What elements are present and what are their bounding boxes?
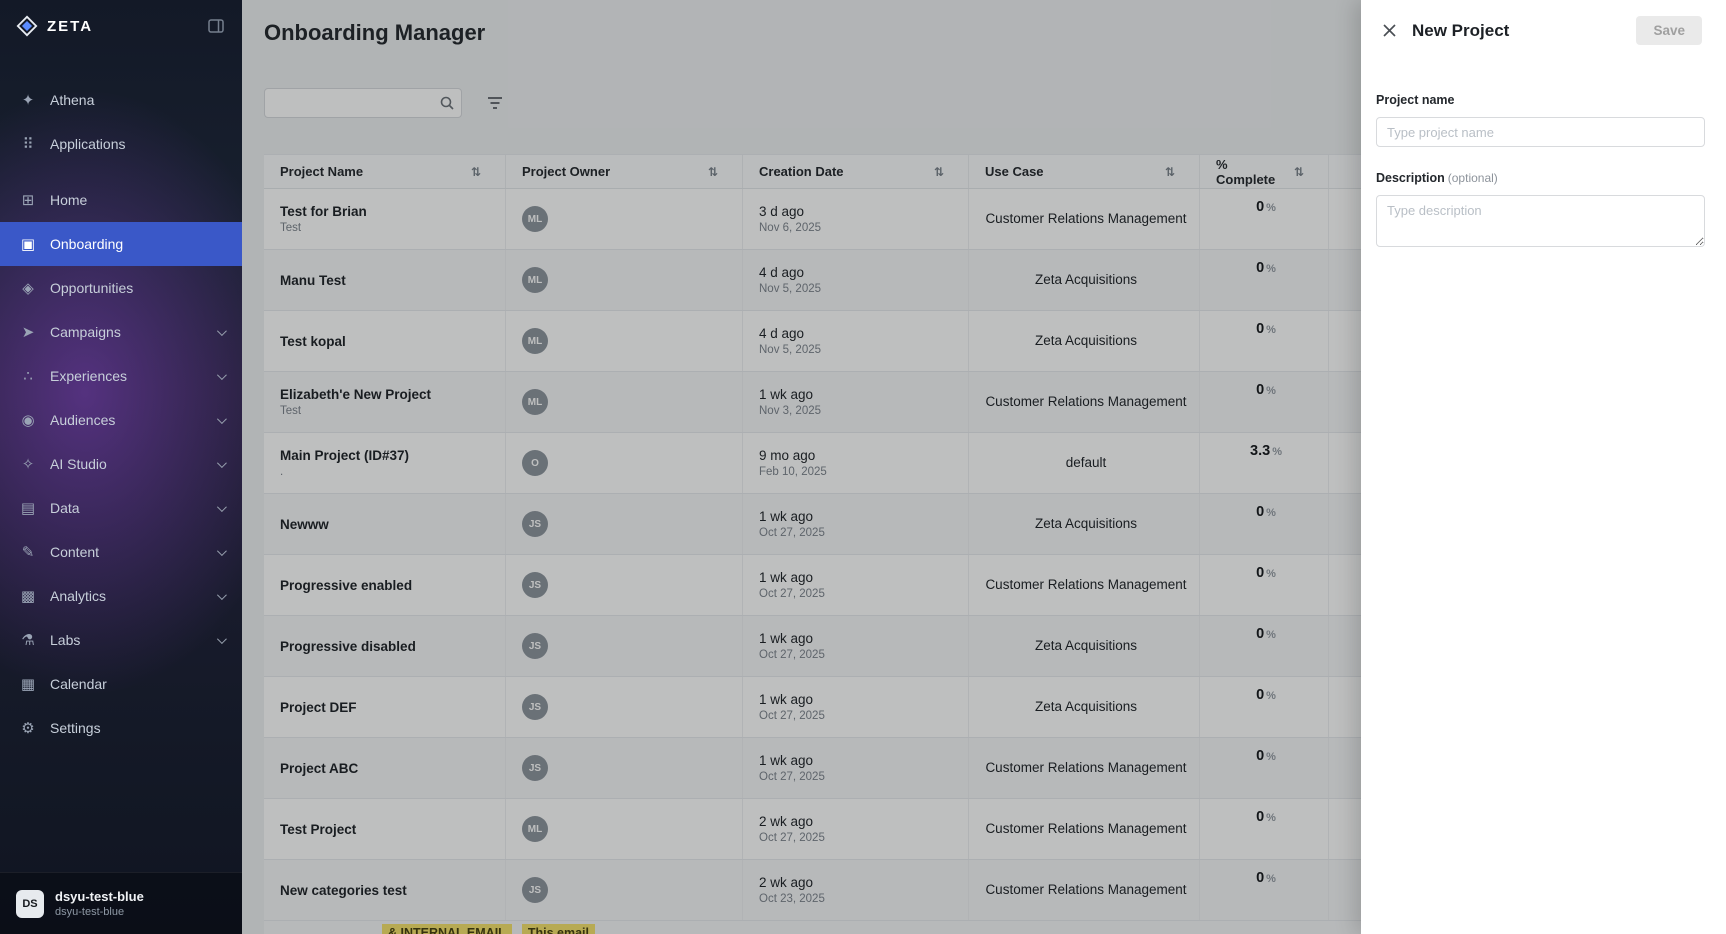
zeta-logo-icon <box>16 15 38 37</box>
description-label-text: Description <box>1376 171 1445 185</box>
sidebar-item-label: Onboarding <box>50 236 123 252</box>
calendar-icon: ▦ <box>18 675 38 693</box>
panel-collapse-icon <box>208 19 224 33</box>
sidebar-item-opportunities[interactable]: ◈ Opportunities <box>0 266 242 310</box>
sidebar-item-label: Experiences <box>50 368 127 384</box>
sidebar-item-label: Calendar <box>50 676 107 692</box>
sidebar-item-experiences[interactable]: ∴ Experiences <box>0 354 242 398</box>
sidebar-item-label: Home <box>50 192 87 208</box>
save-button[interactable]: Save <box>1636 16 1702 45</box>
applications-icon: ⠿ <box>18 135 38 153</box>
chevron-down-icon <box>217 590 227 600</box>
chevron-down-icon <box>217 502 227 512</box>
onboarding-icon: ▣ <box>18 235 38 253</box>
ai-studio-icon: ✧ <box>18 455 38 473</box>
campaigns-icon: ➤ <box>18 323 38 341</box>
sidebar-nav: ✦ Athena ⠿ Applications ⊞ Home ▣ <box>0 78 242 872</box>
sidebar-collapse-button[interactable] <box>206 17 226 35</box>
sidebar-item-label: Data <box>50 500 80 516</box>
user-subtitle: dsyu-test-blue <box>55 906 144 918</box>
analytics-icon: ▩ <box>18 587 38 605</box>
sidebar-item-label: Opportunities <box>50 280 133 296</box>
sidebar-item-campaigns[interactable]: ➤ Campaigns <box>0 310 242 354</box>
athena-icon: ✦ <box>18 91 38 109</box>
sidebar-logo-row: ZETA <box>0 0 242 52</box>
settings-icon: ⚙ <box>18 719 38 737</box>
app-root: ZETA ✦ Athena ⠿ Applications <box>0 0 1726 934</box>
close-button[interactable] <box>1379 20 1400 41</box>
description-optional-text: (optional) <box>1448 171 1498 185</box>
description-field-block: Description(optional) <box>1376 169 1705 252</box>
drawer-title: New Project <box>1412 21 1509 41</box>
user-menu[interactable]: DS dsyu-test-blue dsyu-test-blue <box>0 872 242 934</box>
sidebar-item-label: Applications <box>50 136 126 152</box>
sidebar-item-audiences[interactable]: ◉ Audiences <box>0 398 242 442</box>
sidebar-item-label: Audiences <box>50 412 115 428</box>
sidebar-item-label: Content <box>50 544 99 560</box>
sidebar-item-content[interactable]: ✎ Content <box>0 530 242 574</box>
sidebar-item-label: Analytics <box>50 588 106 604</box>
chevron-down-icon <box>217 370 227 380</box>
sidebar-item-label: Settings <box>50 720 101 736</box>
chevron-down-icon <box>217 634 227 644</box>
project-name-label: Project name <box>1376 93 1455 107</box>
sidebar-item-onboarding[interactable]: ▣ Onboarding <box>0 222 242 266</box>
sidebar-item-label: Campaigns <box>50 324 121 340</box>
sidebar-item-labs[interactable]: ⚗ Labs <box>0 618 242 662</box>
sidebar-item-home[interactable]: ⊞ Home <box>0 178 242 222</box>
sidebar-item-ai-studio[interactable]: ✧ AI Studio <box>0 442 242 486</box>
labs-icon: ⚗ <box>18 631 38 649</box>
sidebar: ZETA ✦ Athena ⠿ Applications <box>0 0 242 934</box>
sidebar-item-calendar[interactable]: ▦ Calendar <box>0 662 242 706</box>
user-avatar: DS <box>16 890 44 918</box>
modal-overlay[interactable] <box>242 0 1361 934</box>
user-name: dsyu-test-blue <box>55 889 144 904</box>
project-name-input[interactable] <box>1376 117 1705 147</box>
sidebar-item-athena[interactable]: ✦ Athena <box>0 78 242 122</box>
description-textarea[interactable] <box>1376 195 1705 247</box>
audiences-icon: ◉ <box>18 411 38 429</box>
sidebar-item-settings[interactable]: ⚙ Settings <box>0 706 242 750</box>
content-icon: ✎ <box>18 543 38 561</box>
zeta-logo-text: ZETA <box>47 18 93 35</box>
opportunities-icon: ◈ <box>18 279 38 297</box>
description-label: Description(optional) <box>1376 171 1498 185</box>
close-icon <box>1382 23 1397 38</box>
sidebar-item-data[interactable]: ▤ Data <box>0 486 242 530</box>
project-name-field-block: Project name <box>1376 91 1705 147</box>
sidebar-item-applications[interactable]: ⠿ Applications <box>0 122 242 166</box>
chevron-down-icon <box>217 546 227 556</box>
experiences-icon: ∴ <box>18 367 38 385</box>
sidebar-item-label: Labs <box>50 632 80 648</box>
new-project-drawer: New Project Save Project name Descriptio… <box>1361 0 1726 934</box>
drawer-header: New Project Save <box>1361 0 1726 45</box>
sidebar-item-analytics[interactable]: ▩ Analytics <box>0 574 242 618</box>
chevron-down-icon <box>217 458 227 468</box>
chevron-down-icon <box>217 326 227 336</box>
sidebar-item-label: AI Studio <box>50 456 107 472</box>
data-icon: ▤ <box>18 499 38 517</box>
sidebar-item-label: Athena <box>50 92 94 108</box>
home-icon: ⊞ <box>18 191 38 209</box>
chevron-down-icon <box>217 414 227 424</box>
drawer-body: Project name Description(optional) <box>1361 45 1726 252</box>
